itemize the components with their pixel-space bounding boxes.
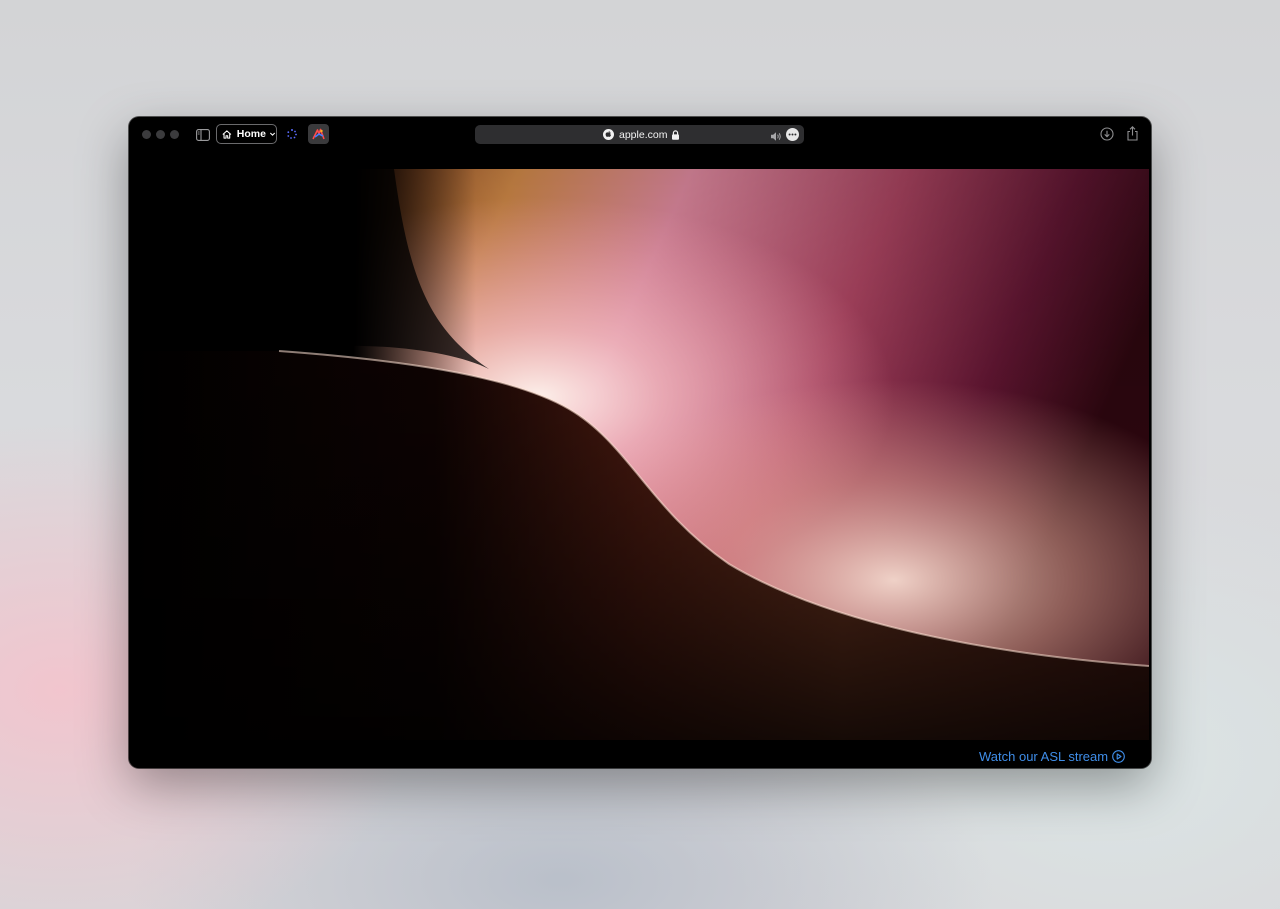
- asl-stream-label: Watch our ASL stream: [979, 749, 1109, 764]
- profile-label: Home: [236, 128, 266, 140]
- asl-stream-link[interactable]: Watch our ASL stream: [979, 749, 1125, 764]
- ellipsis-circle-icon[interactable]: [786, 128, 799, 141]
- address-bar[interactable]: apple.com: [475, 125, 804, 144]
- profile-selector-button[interactable]: Home: [216, 124, 277, 144]
- download-icon[interactable]: [1100, 127, 1114, 141]
- extension-icon: [312, 128, 325, 140]
- zoom-window-button[interactable]: [170, 130, 179, 139]
- lock-icon: [672, 129, 680, 140]
- play-circle-icon: [1112, 750, 1125, 763]
- house-icon: [222, 129, 232, 139]
- extension-button[interactable]: [308, 124, 329, 144]
- sidebar-icon[interactable]: [196, 128, 210, 141]
- address-text: apple.com: [619, 128, 668, 141]
- loading-spinner-icon[interactable]: [286, 127, 298, 139]
- hero-wallpaper-image: [129, 169, 1149, 740]
- close-window-button[interactable]: [142, 130, 151, 139]
- browser-window: Home apple.com Watch our ASL stream: [129, 117, 1151, 768]
- address-display: apple.com: [603, 125, 680, 144]
- web-page-content: Watch our ASL stream: [129, 153, 1151, 768]
- apple-favicon-icon: [603, 129, 614, 140]
- share-icon[interactable]: [1126, 126, 1139, 141]
- speaker-icon[interactable]: [770, 129, 782, 141]
- browser-toolbar: Home apple.com: [129, 117, 1151, 153]
- minimize-window-button[interactable]: [156, 130, 165, 139]
- chevron-down-icon: [269, 132, 276, 136]
